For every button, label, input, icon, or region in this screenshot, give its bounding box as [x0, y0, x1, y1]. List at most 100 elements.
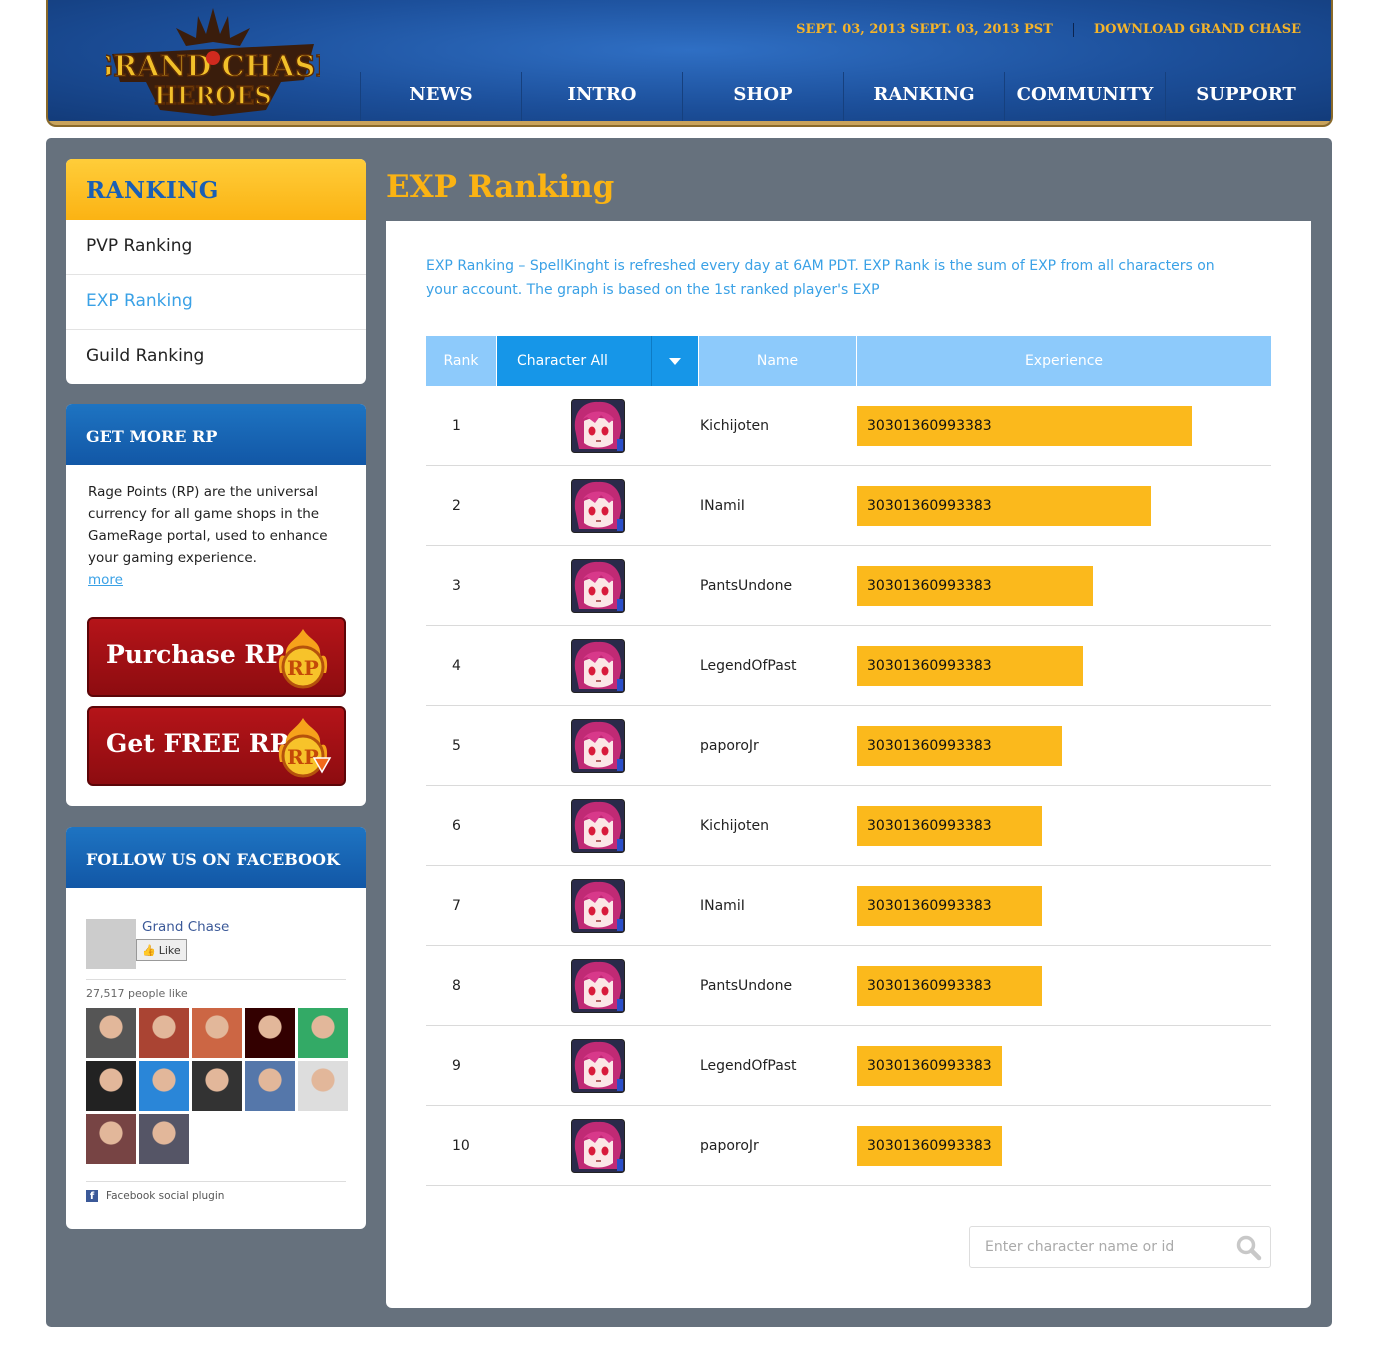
player-name[interactable]: PantsUndone [699, 978, 857, 994]
experience-value: 30301360993383 [867, 817, 992, 834]
rank-cell: 1 [452, 417, 461, 434]
facebook-plugin-label[interactable]: Facebook social plugin [106, 1190, 224, 1202]
player-name[interactable]: PantsUndone [699, 578, 857, 594]
facebook-page-avatar[interactable] [86, 919, 136, 969]
player-name[interactable]: LegendOfPast [699, 1058, 857, 1074]
table-row[interactable]: 2 INamiI 30301360993383 [426, 466, 1271, 546]
rank-cell: 8 [452, 977, 461, 994]
player-name[interactable]: INamiI [699, 898, 857, 914]
rp-more-link[interactable]: more [88, 569, 123, 591]
experience-value: 30301360993383 [867, 737, 992, 754]
experience-value: 30301360993383 [867, 577, 992, 594]
experience-bar: 30301360993383 [857, 485, 1151, 526]
rp-description-text: Rage Points (RP) are the universal curre… [88, 484, 328, 566]
purchase-rp-button[interactable]: Purchase RP RP [87, 617, 346, 697]
facebook-fan-avatar[interactable] [86, 1061, 136, 1111]
experience-value: 30301360993383 [867, 897, 992, 914]
nav-support[interactable]: SUPPORT [1165, 72, 1326, 125]
facebook-fan-avatar[interactable] [86, 1114, 136, 1164]
player-name[interactable]: Kichijoten [699, 418, 857, 434]
character-avatar [497, 1038, 699, 1093]
get-free-rp-label: Get FREE RP [106, 729, 289, 758]
character-avatar [497, 398, 699, 453]
character-avatar [497, 558, 699, 613]
player-name[interactable]: INamiI [699, 498, 857, 514]
facebook-card: FOLLOW US ON FACEBOOK Grand Chase 👍 Like… [66, 827, 366, 1229]
facebook-widget: Grand Chase 👍 Like 27,517 people like f … [66, 888, 366, 1202]
divider [86, 979, 346, 980]
grand-chase-heroes-logo[interactable]: GRAND CHASE HEROES [106, 6, 320, 118]
experience-bar: 30301360993383 [857, 885, 1042, 926]
facebook-icon: f [86, 1190, 98, 1202]
rank-cell: 2 [452, 497, 461, 514]
player-name[interactable]: paporoJr [699, 738, 857, 754]
ranking-menu: RANKING PVP Ranking EXP Ranking Guild Ra… [66, 159, 366, 384]
experience-bar: 30301360993383 [857, 645, 1083, 686]
nav-ranking[interactable]: RANKING [843, 72, 1004, 125]
table-row[interactable]: 6 Kichijoten 30301360993383 [426, 786, 1271, 866]
character-filter-dropdown[interactable]: Character All [497, 336, 699, 386]
player-name[interactable]: LegendOfPast [699, 658, 857, 674]
chevron-down-icon [669, 357, 681, 365]
table-row[interactable]: 4 LegendOfPast 30301360993383 [426, 626, 1271, 706]
experience-value: 30301360993383 [867, 497, 992, 514]
nav-news[interactable]: NEWS [360, 72, 521, 125]
rp-flame-icon: RP [278, 629, 328, 689]
facebook-fan-avatar[interactable] [139, 1061, 189, 1111]
table-row[interactable]: 8 PantsUndone 30301360993383 [426, 946, 1271, 1026]
nav-community[interactable]: COMMUNITY [1004, 72, 1165, 125]
facebook-fan-avatar[interactable] [139, 1008, 189, 1058]
rank-cell: 3 [452, 577, 461, 594]
facebook-fan-avatar[interactable] [192, 1008, 242, 1058]
search-icon[interactable] [1236, 1235, 1262, 1261]
svg-text:RP: RP [287, 656, 319, 680]
facebook-page-name[interactable]: Grand Chase [142, 919, 229, 935]
main-panel: RANKING PVP Ranking EXP Ranking Guild Ra… [46, 138, 1332, 1327]
rank-cell: 5 [452, 737, 461, 754]
svg-text:RP: RP [287, 745, 319, 769]
search-input[interactable] [970, 1227, 1220, 1267]
facebook-fan-avatar[interactable] [245, 1061, 295, 1111]
column-rank: Rank [426, 336, 497, 386]
character-avatar [497, 718, 699, 773]
table-row[interactable]: 1 Kichijoten 30301360993383 [426, 386, 1271, 466]
character-avatar [497, 878, 699, 933]
facebook-like-button[interactable]: 👍 Like [136, 939, 187, 961]
facebook-plugin-footer: f Facebook social plugin [86, 1181, 346, 1202]
purchase-rp-label: Purchase RP [106, 640, 285, 669]
table-row[interactable]: 10 paporoJr 30301360993383 [426, 1106, 1271, 1186]
facebook-fan-avatar[interactable] [192, 1061, 242, 1111]
menu-pvp-ranking[interactable]: PVP Ranking [66, 220, 366, 275]
experience-cell: 30301360993383 [857, 885, 1271, 926]
table-row[interactable]: 7 INamiI 30301360993383 [426, 866, 1271, 946]
facebook-fan-avatar[interactable] [298, 1008, 348, 1058]
menu-guild-ranking[interactable]: Guild Ranking [66, 330, 366, 384]
rank-cell: 9 [452, 1057, 461, 1074]
rank-cell: 4 [452, 657, 461, 674]
page-title: EXP Ranking [386, 169, 615, 205]
facebook-fan-avatar[interactable] [245, 1008, 295, 1058]
player-name[interactable]: paporoJr [699, 1138, 857, 1154]
experience-bar: 30301360993383 [857, 1125, 1002, 1166]
table-row[interactable]: 3 PantsUndone 30301360993383 [426, 546, 1271, 626]
table-row[interactable]: 5 paporoJr 30301360993383 [426, 706, 1271, 786]
table-body: 1 Kichijoten 30301360993383 2 INamiI 30301360… [426, 386, 1271, 1186]
experience-bar: 30301360993383 [857, 1045, 1002, 1086]
site-header: GRAND CHASE HEROES SEPT. 03, 2013 SEPT. … [46, 0, 1333, 127]
facebook-fan-avatar[interactable] [298, 1061, 348, 1111]
player-name[interactable]: Kichijoten [699, 818, 857, 834]
character-avatar [497, 798, 699, 853]
experience-bar: 30301360993383 [857, 725, 1062, 766]
table-row[interactable]: 9 LegendOfPast 30301360993383 [426, 1026, 1271, 1106]
rp-description: Rage Points (RP) are the universal curre… [66, 465, 366, 591]
menu-exp-ranking[interactable]: EXP Ranking [66, 275, 366, 330]
nav-intro[interactable]: INTRO [521, 72, 682, 125]
dropdown-toggle[interactable] [651, 336, 698, 386]
character-filter-label: Character All [517, 353, 608, 369]
facebook-fan-avatar[interactable] [86, 1008, 136, 1058]
ranking-description: EXP Ranking – SpellKinght is refreshed e… [426, 258, 1215, 298]
facebook-fan-avatar[interactable] [139, 1114, 189, 1164]
nav-shop[interactable]: SHOP [682, 72, 843, 125]
get-free-rp-button[interactable]: Get FREE RP RP [87, 706, 346, 786]
download-link[interactable]: DOWNLOAD GRAND CHASE [1094, 22, 1301, 37]
